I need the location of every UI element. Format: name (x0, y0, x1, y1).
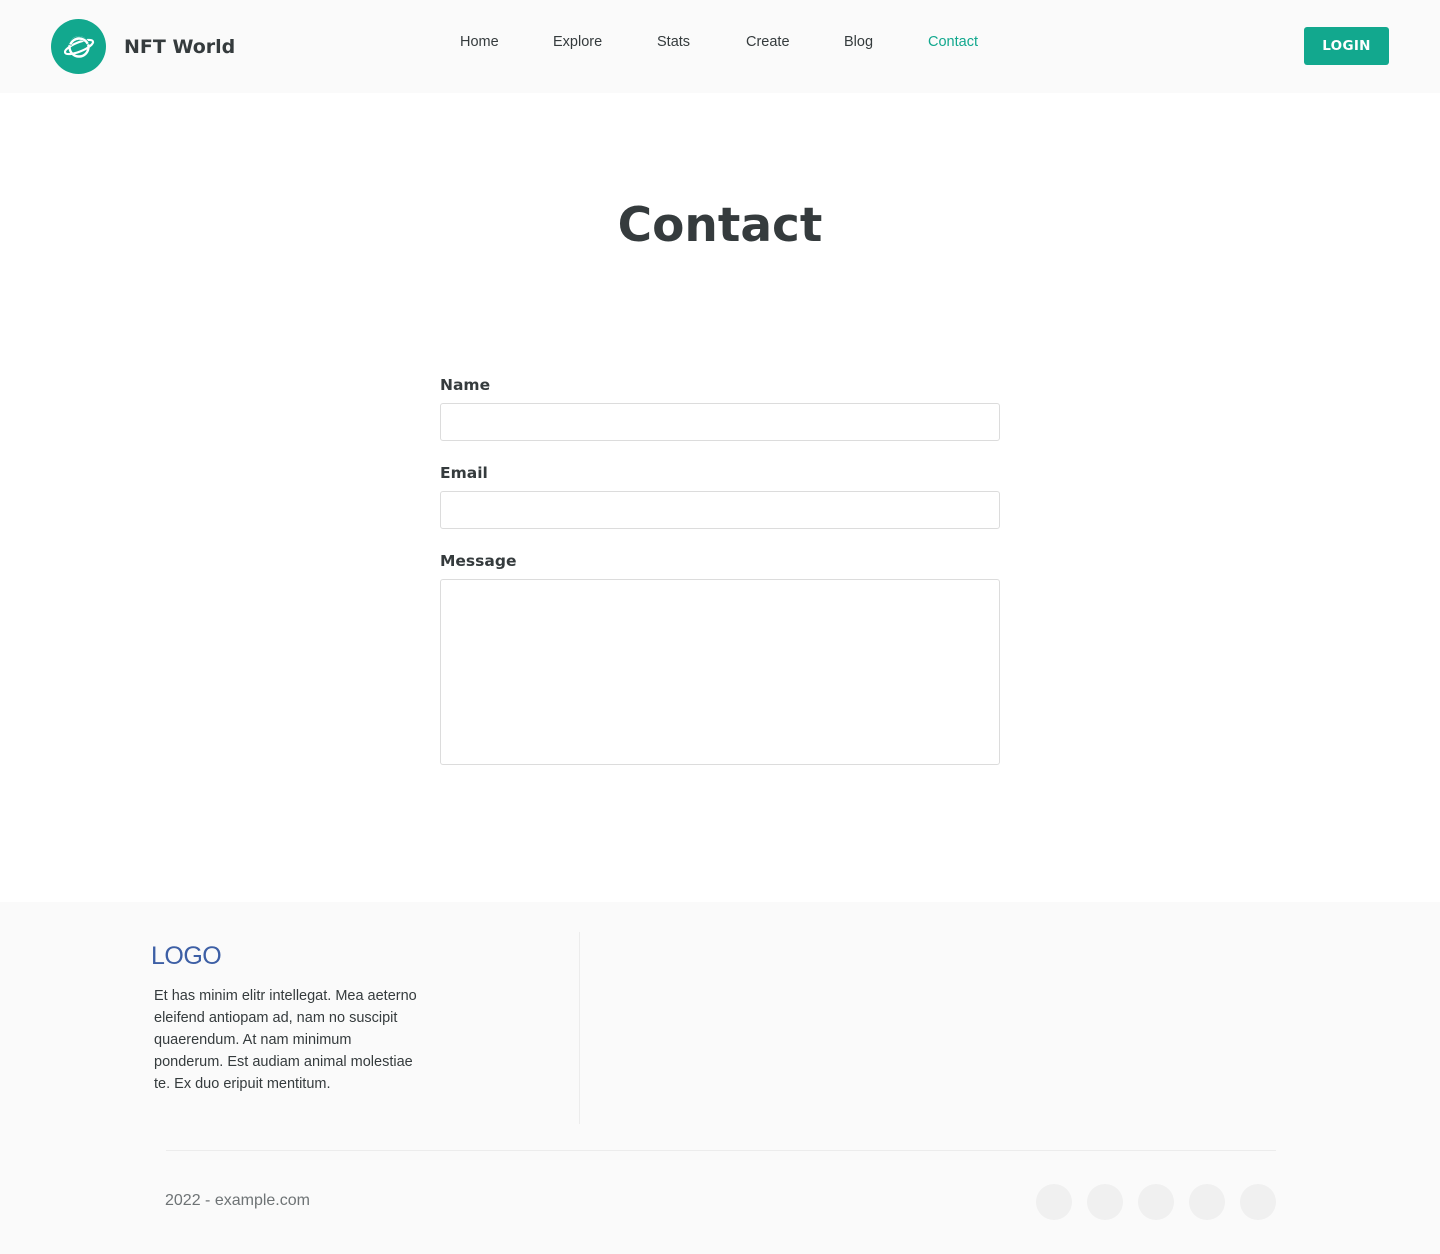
message-label: Message (440, 552, 517, 570)
contact-form: Name Email Message (440, 376, 1000, 788)
login-button[interactable]: LOGIN (1304, 27, 1389, 65)
social-icon-2[interactable] (1087, 1184, 1123, 1220)
nav-explore[interactable]: Explore (553, 34, 602, 50)
main-nav: Home Explore Stats Create Blog Contact (0, 34, 1440, 54)
name-label: Name (440, 376, 491, 394)
social-icon-5[interactable] (1240, 1184, 1276, 1220)
footer-description: Et has minim elitr intellegat. Mea aeter… (154, 988, 417, 1092)
footer-horizontal-divider (166, 1150, 1276, 1151)
social-icon-4[interactable] (1189, 1184, 1225, 1220)
nav-contact[interactable]: Contact (928, 34, 978, 50)
email-field-group: Email (440, 464, 1000, 529)
nav-home[interactable]: Home (460, 34, 499, 50)
footer-vertical-divider (579, 932, 580, 1124)
email-input[interactable] (440, 491, 1000, 529)
social-icon-3[interactable] (1138, 1184, 1174, 1220)
nav-create[interactable]: Create (746, 34, 790, 50)
nav-blog[interactable]: Blog (844, 34, 873, 50)
social-links (1036, 1184, 1276, 1220)
site-footer: LOGO Et has minim elitr intellegat. Mea … (0, 902, 1440, 1254)
nav-stats[interactable]: Stats (657, 34, 690, 50)
message-textarea[interactable] (440, 579, 1000, 765)
email-label: Email (440, 464, 488, 482)
page-title: Contact (617, 198, 823, 253)
message-field-group: Message (440, 552, 1000, 765)
name-field-group: Name (440, 376, 1000, 441)
copyright-text: 2022 - example.com (165, 1192, 310, 1209)
site-header: NFT World Home Explore Stats Create Blog… (0, 0, 1440, 93)
social-icon-1[interactable] (1036, 1184, 1072, 1220)
footer-logo[interactable]: LOGO (151, 942, 222, 971)
name-input[interactable] (440, 403, 1000, 441)
